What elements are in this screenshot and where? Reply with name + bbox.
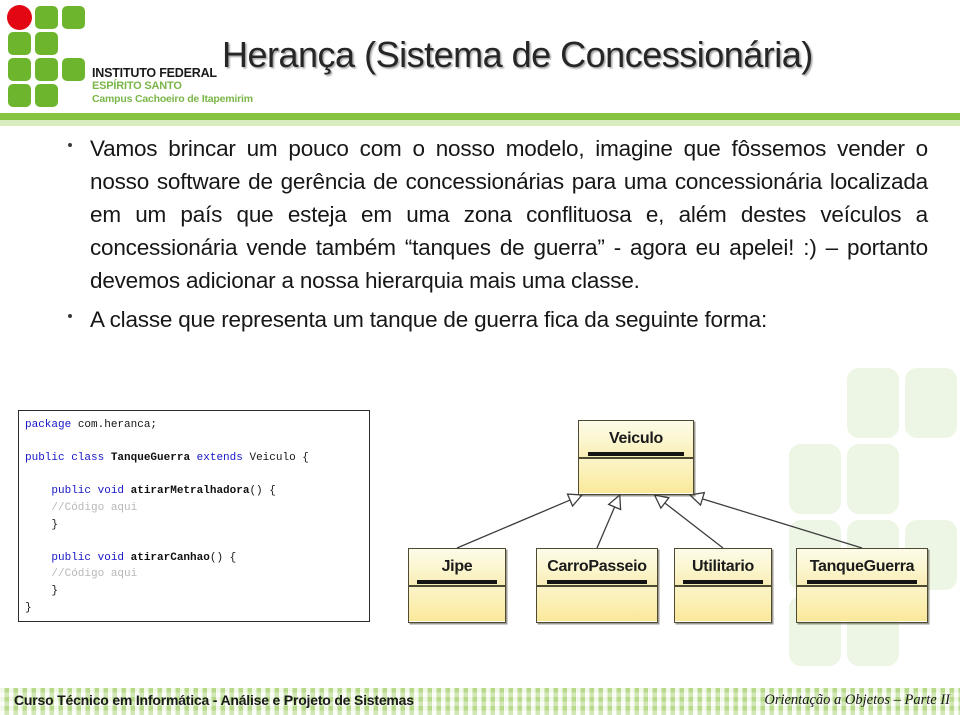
logo-square — [8, 58, 31, 81]
logo-square — [8, 84, 31, 107]
uml-generalization-line — [456, 499, 571, 549]
uml-class-name-underline — [682, 580, 764, 584]
code-snippet-panel: package com.heranca; public class Tanque… — [18, 410, 370, 622]
logo-square — [35, 6, 58, 29]
footer-topic-label: Orientação a Objetos – Parte II — [764, 692, 950, 708]
code-token: } — [25, 518, 59, 531]
code-token: () { — [249, 485, 276, 498]
code-token: //Código aqui — [25, 501, 138, 514]
uml-generalization-line — [702, 498, 863, 549]
uml-class-name-underline — [546, 580, 648, 584]
bullet-paragraph-2: A classe que representa um tanque de gue… — [90, 307, 768, 332]
uml-generalization-line — [596, 506, 616, 549]
uml-class-header: Utilitario — [675, 549, 771, 585]
uml-generalization-line — [664, 502, 724, 549]
code-token: } — [25, 584, 59, 597]
logo-square — [35, 32, 58, 55]
code-token: public class — [25, 452, 111, 465]
uml-class-name-underline — [807, 580, 917, 584]
uml-class-name: TanqueGuerra — [809, 558, 915, 575]
list-item: A classe que representa um tanque de gue… — [62, 303, 928, 336]
header-divider-soft — [0, 120, 960, 126]
list-item: Vamos brincar um pouco com o nosso model… — [62, 132, 928, 297]
header-divider — [0, 113, 960, 120]
uml-class-name: Utilitario — [692, 558, 754, 575]
logo-square — [35, 84, 58, 107]
uml-class-body — [579, 458, 693, 493]
code-token: atirarCanhao — [130, 551, 210, 564]
uml-class-utilitario[interactable]: Utilitario — [674, 548, 772, 623]
code-token: package — [25, 419, 72, 431]
bullet-icon — [68, 314, 72, 318]
bullet-icon — [68, 143, 72, 147]
uml-class-body — [409, 586, 505, 621]
slide-header: INSTITUTO FEDERAL ESPÍRITO SANTO Campus … — [0, 0, 960, 113]
code-token: com.heranca; — [71, 419, 158, 431]
uml-class-veiculo[interactable]: Veiculo — [578, 420, 694, 495]
uml-class-diagram: Veiculo Jipe CarroPasseio Utilitario TanqueG… — [390, 410, 950, 630]
uml-class-header: Jipe — [409, 549, 505, 585]
code-token: TanqueGuerra — [110, 452, 191, 465]
uml-class-name-underline — [416, 580, 498, 584]
logo-line-state: ESPÍRITO SANTO — [92, 80, 182, 92]
page-title: Herança (Sistema de Concessionária) — [222, 34, 813, 75]
uml-class-body — [675, 586, 771, 621]
logo-square — [35, 58, 58, 81]
uml-generalization-arrowhead-icon — [607, 493, 622, 511]
if-logo-mark-icon — [7, 5, 90, 110]
code-token: public void — [51, 551, 131, 564]
uml-class-tanqueguerra[interactable]: TanqueGuerra — [796, 548, 928, 623]
uml-class-carropasseio[interactable]: CarroPasseio — [536, 548, 658, 623]
logo-square — [8, 32, 31, 55]
code-snippet-text: package com.heranca; public class Tanque… — [25, 417, 365, 616]
code-token: public void — [51, 485, 131, 498]
uml-class-name: CarroPasseio — [547, 558, 647, 575]
bullet-paragraph-1: Vamos brincar um pouco com o nosso model… — [90, 136, 928, 293]
logo-line-campus: Campus Cachoeiro de Itapemirim — [92, 93, 253, 105]
code-token: atirarMetralhadora — [130, 485, 250, 498]
code-token: () { — [209, 551, 237, 564]
uml-generalization-arrowhead-icon — [566, 493, 584, 508]
uml-class-name: Jipe — [441, 558, 473, 575]
uml-class-jipe[interactable]: Jipe — [408, 548, 506, 623]
uml-generalization-arrowhead-icon — [653, 494, 670, 510]
institution-logo: INSTITUTO FEDERAL ESPÍRITO SANTO Campus … — [7, 5, 253, 110]
code-token: extends — [196, 452, 243, 465]
code-token: } — [25, 601, 32, 614]
uml-class-header: CarroPasseio — [537, 549, 657, 585]
logo-red-dot-icon — [7, 5, 32, 30]
logo-square — [62, 58, 85, 81]
uml-class-header: TanqueGuerra — [797, 549, 927, 585]
uml-class-header: Veiculo — [579, 421, 693, 457]
footer-course-label: Curso Técnico em Informática - Análise e… — [14, 692, 414, 708]
uml-class-name-underline — [588, 452, 684, 456]
uml-class-name: Veiculo — [609, 430, 663, 447]
slide-footer: Curso Técnico em Informática - Análise e… — [0, 688, 960, 715]
code-token: //Código aqui — [25, 568, 138, 581]
code-token: Veiculo { — [242, 452, 309, 465]
slide-body: Vamos brincar um pouco com o nosso model… — [62, 132, 928, 342]
uml-class-body — [797, 586, 927, 621]
logo-square — [62, 6, 85, 29]
uml-class-body — [537, 586, 657, 621]
